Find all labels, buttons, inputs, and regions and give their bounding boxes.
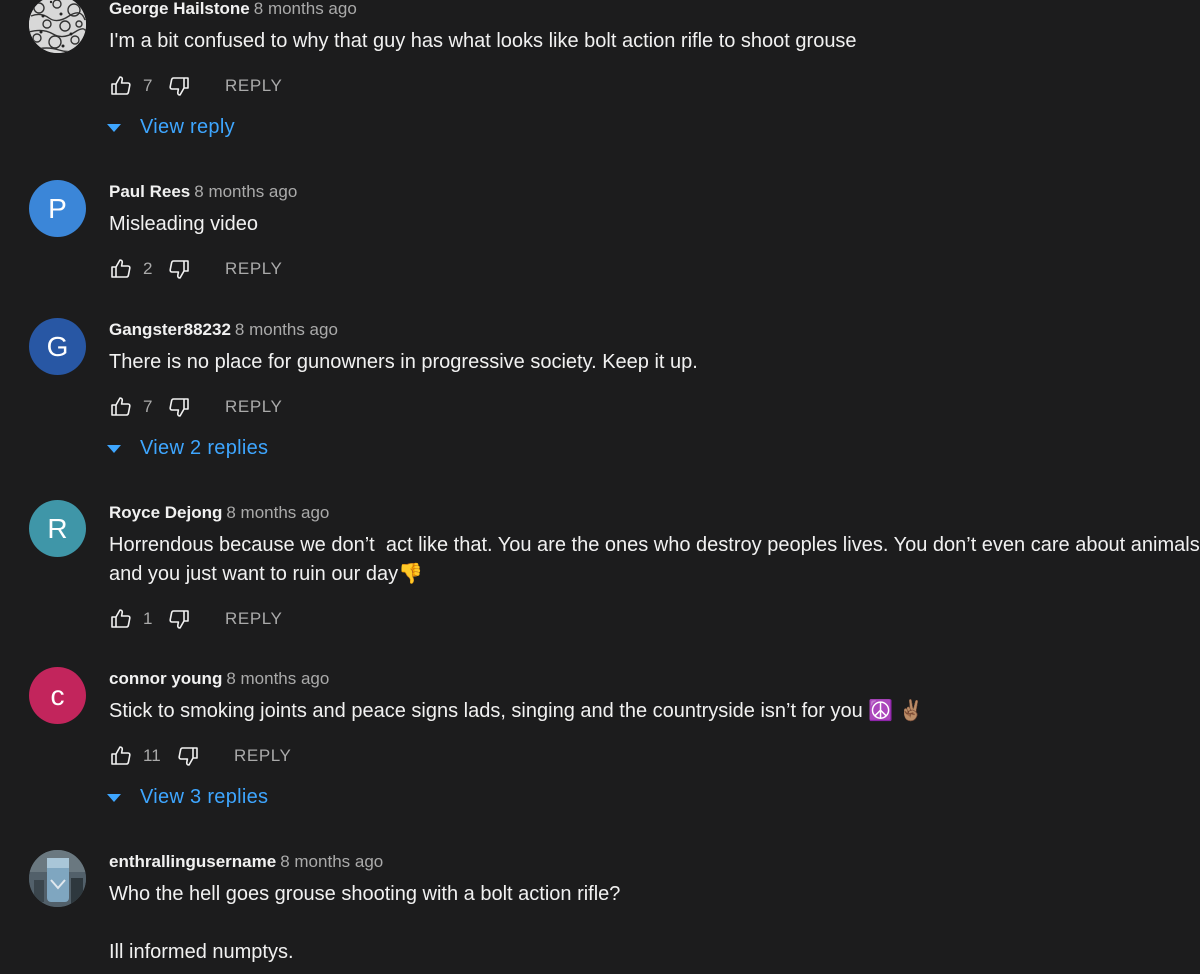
thumb-up-outline-icon[interactable] bbox=[109, 395, 133, 419]
thumb-up-outline-icon[interactable] bbox=[109, 607, 133, 631]
comment-actions: 7 REPLY bbox=[109, 74, 283, 98]
author-name[interactable]: Gangster88232 bbox=[109, 320, 231, 339]
thumb-up-outline-icon[interactable] bbox=[109, 257, 133, 281]
comment-timestamp[interactable]: 8 months ago bbox=[194, 182, 297, 201]
thumb-up-outline-icon[interactable] bbox=[109, 744, 133, 768]
view-replies-label: View reply bbox=[140, 116, 235, 138]
comment-header: Paul Rees 8 months ago bbox=[109, 181, 1200, 203]
triangle-down-icon bbox=[107, 794, 121, 802]
comment-text: Who the hell goes grouse shooting with a… bbox=[109, 883, 621, 963]
reply-button[interactable]: REPLY bbox=[225, 397, 283, 417]
comment-timestamp[interactable]: 8 months ago bbox=[226, 669, 329, 688]
avatar[interactable] bbox=[29, 0, 86, 53]
thumb-down-outline-icon[interactable] bbox=[176, 744, 200, 768]
like-count: 11 bbox=[143, 746, 161, 765]
view-replies-label: View 2 replies bbox=[140, 437, 269, 459]
avatar[interactable] bbox=[29, 850, 86, 907]
like-count: 2 bbox=[143, 259, 153, 278]
like-count: 7 bbox=[143, 397, 153, 416]
thumb-down-outline-icon[interactable] bbox=[167, 257, 191, 281]
comment-header: connor young 8 months ago bbox=[109, 668, 1200, 690]
comment-text: I'm a bit confused to why that guy has w… bbox=[109, 30, 857, 52]
comment-text: Misleading video bbox=[109, 213, 258, 235]
comment-actions: 7 REPLY bbox=[109, 395, 283, 419]
avatar-letter: R bbox=[47, 512, 68, 544]
like-count: 7 bbox=[143, 76, 153, 95]
reply-button[interactable]: REPLY bbox=[225, 76, 283, 96]
comment-actions: 1 REPLY bbox=[109, 607, 283, 631]
comment-text: Horrendous because we don’t act like tha… bbox=[109, 534, 1200, 585]
comment-header: Gangster88232 8 months ago bbox=[109, 319, 1200, 341]
author-name[interactable]: connor young bbox=[109, 669, 222, 688]
reply-button[interactable]: REPLY bbox=[225, 609, 283, 629]
avatar[interactable]: c bbox=[29, 667, 86, 724]
reply-button[interactable]: REPLY bbox=[234, 746, 292, 766]
comment-header: enthrallingusername 8 months ago bbox=[109, 851, 1200, 873]
thumb-down-outline-icon[interactable] bbox=[167, 607, 191, 631]
author-name[interactable]: enthrallingusername bbox=[109, 852, 276, 871]
comment-timestamp[interactable]: 8 months ago bbox=[254, 0, 357, 18]
comment-text: Stick to smoking joints and peace signs … bbox=[109, 700, 924, 722]
thumb-down-outline-icon[interactable] bbox=[167, 74, 191, 98]
avatar[interactable]: P bbox=[29, 180, 86, 237]
thumb-up-outline-icon[interactable] bbox=[109, 74, 133, 98]
like-count: 1 bbox=[143, 609, 153, 628]
comment-actions: 11 REPLY bbox=[109, 744, 292, 768]
view-replies-button[interactable]: View 2 replies bbox=[107, 437, 268, 460]
comment-actions: 2 REPLY bbox=[109, 257, 283, 281]
comment-timestamp[interactable]: 8 months ago bbox=[235, 320, 338, 339]
author-name[interactable]: George Hailstone bbox=[109, 0, 250, 18]
avatar[interactable]: G bbox=[29, 318, 86, 375]
author-name[interactable]: Paul Rees bbox=[109, 182, 190, 201]
comment-header: George Hailstone 8 months ago bbox=[109, 0, 1200, 20]
view-replies-button[interactable]: View 3 replies bbox=[107, 786, 268, 809]
view-replies-label: View 3 replies bbox=[140, 786, 269, 808]
comment-text: There is no place for gunowners in progr… bbox=[109, 351, 698, 373]
comment-header: Royce Dejong 8 months ago bbox=[109, 502, 1200, 524]
triangle-down-icon bbox=[107, 445, 121, 453]
comment-timestamp[interactable]: 8 months ago bbox=[226, 503, 329, 522]
avatar-letter: c bbox=[50, 679, 65, 711]
view-replies-button[interactable]: View reply bbox=[107, 116, 235, 139]
thumb-down-outline-icon[interactable] bbox=[167, 395, 191, 419]
avatar-letter: P bbox=[48, 192, 67, 224]
avatar-letter: G bbox=[46, 330, 69, 362]
triangle-down-icon bbox=[107, 124, 121, 132]
author-name[interactable]: Royce Dejong bbox=[109, 503, 222, 522]
comment-timestamp[interactable]: 8 months ago bbox=[280, 852, 383, 871]
avatar[interactable]: R bbox=[29, 500, 86, 557]
reply-button[interactable]: REPLY bbox=[225, 259, 283, 279]
